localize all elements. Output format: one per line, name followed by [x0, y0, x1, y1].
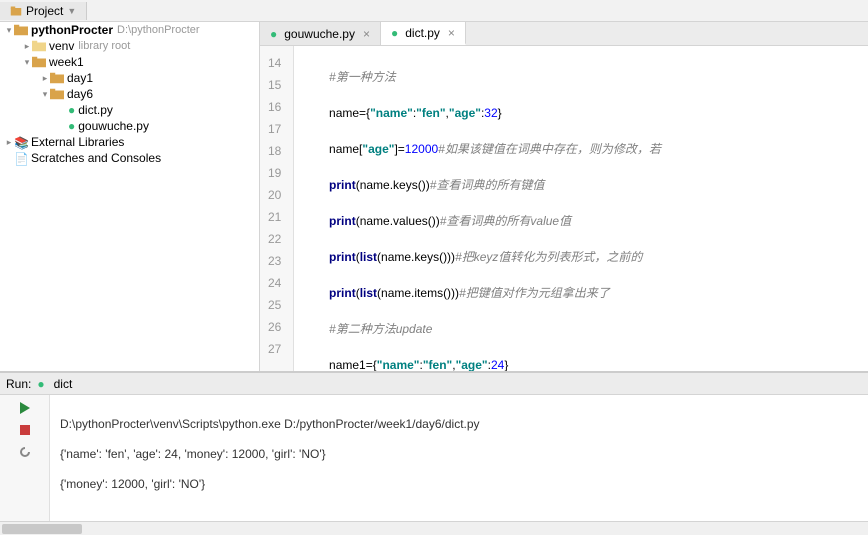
library-icon: 📚 [14, 136, 28, 148]
run-label: Run: [6, 377, 31, 391]
tree-gouwuche-py[interactable]: ● gouwuche.py [0, 118, 259, 134]
chevron-right-icon: ▸ [22, 41, 32, 52]
tree-scratches[interactable]: 📄 Scratches and Consoles [0, 150, 259, 166]
folder-icon [14, 24, 28, 36]
output-line: {'money': 12000, 'girl': 'NO'} [60, 477, 858, 491]
folder-icon [10, 5, 22, 17]
tree-root-path: D:\pythonProcter [117, 24, 200, 36]
output-line: {'name': 'fen', 'age': 24, 'money': 1200… [60, 447, 858, 461]
dropdown-icon: ▼ [67, 6, 76, 16]
tree-week1[interactable]: ▾ week1 [0, 54, 259, 70]
tree-external-libraries[interactable]: ▸ 📚 External Libraries [0, 134, 259, 150]
project-tree: ▾ pythonProcter D:\pythonProcter ▸ venv … [0, 22, 260, 371]
project-tab[interactable]: Project ▼ [0, 2, 87, 20]
editor-tabs: ● gouwuche.py × ● dict.py × [260, 22, 868, 46]
scratch-icon: 📄 [14, 152, 28, 164]
code-editor[interactable]: 141516 171819 202122 232425 2627 #第一种方法 … [260, 46, 868, 371]
tree-root[interactable]: ▾ pythonProcter D:\pythonProcter [0, 22, 259, 38]
chevron-down-icon: ▾ [22, 57, 32, 68]
run-header: Run: ● dict [0, 373, 868, 395]
tree-root-name: pythonProcter [31, 23, 113, 37]
python-file-icon: ● [68, 103, 75, 117]
folder-icon [32, 40, 46, 52]
main-area: ▾ pythonProcter D:\pythonProcter ▸ venv … [0, 22, 868, 371]
run-output[interactable]: D:\pythonProcter\venv\Scripts\python.exe… [50, 395, 868, 521]
line-gutter: 141516 171819 202122 232425 2627 [260, 46, 294, 371]
python-file-icon: ● [37, 377, 44, 391]
chevron-down-icon: ▾ [4, 25, 14, 36]
python-file-icon: ● [391, 26, 398, 40]
run-button[interactable] [16, 399, 34, 417]
rerun-button[interactable] [16, 443, 34, 461]
folder-icon [50, 72, 64, 84]
output-line: D:\pythonProcter\venv\Scripts\python.exe… [60, 417, 858, 431]
tree-item-label: week1 [49, 55, 84, 69]
tree-venv[interactable]: ▸ venv library root [0, 38, 259, 54]
chevron-right-icon: ▸ [40, 73, 50, 84]
python-file-icon: ● [270, 27, 277, 41]
stop-button[interactable] [16, 421, 34, 439]
tree-item-label: gouwuche.py [78, 119, 149, 133]
tree-item-note: library root [78, 40, 130, 52]
close-icon[interactable]: × [448, 26, 455, 40]
tree-item-label: Scratches and Consoles [31, 151, 161, 165]
tab-label: gouwuche.py [284, 27, 355, 41]
tree-item-label: day6 [67, 87, 93, 101]
tab-gouwuche[interactable]: ● gouwuche.py × [260, 22, 381, 45]
tree-item-label: External Libraries [31, 135, 124, 149]
project-toolbar: Project ▼ [0, 0, 868, 22]
tree-item-label: dict.py [78, 103, 113, 117]
run-config-name[interactable]: dict [54, 377, 73, 391]
project-label: Project [26, 4, 63, 18]
tree-item-label: venv [49, 39, 74, 53]
run-toolbar [0, 395, 50, 521]
chevron-right-icon: ▸ [4, 137, 14, 148]
code-content[interactable]: #第一种方法 name={"name":"fen","age":32} name… [294, 46, 675, 371]
tree-day1[interactable]: ▸ day1 [0, 70, 259, 86]
horizontal-scrollbar[interactable] [0, 521, 868, 535]
folder-icon [50, 88, 64, 100]
run-body: D:\pythonProcter\venv\Scripts\python.exe… [0, 395, 868, 521]
close-icon[interactable]: × [363, 27, 370, 41]
tree-day6[interactable]: ▾ day6 [0, 86, 259, 102]
python-file-icon: ● [68, 119, 75, 133]
run-panel: Run: ● dict D:\pythonProcter\venv\Script… [0, 371, 868, 521]
editor-area: ● gouwuche.py × ● dict.py × 141516 17181… [260, 22, 868, 371]
chevron-down-icon: ▾ [40, 89, 50, 100]
tree-item-label: day1 [67, 71, 93, 85]
tree-dict-py[interactable]: ● dict.py [0, 102, 259, 118]
tab-label: dict.py [405, 26, 440, 40]
folder-icon [32, 56, 46, 68]
tab-dict[interactable]: ● dict.py × [381, 22, 466, 45]
